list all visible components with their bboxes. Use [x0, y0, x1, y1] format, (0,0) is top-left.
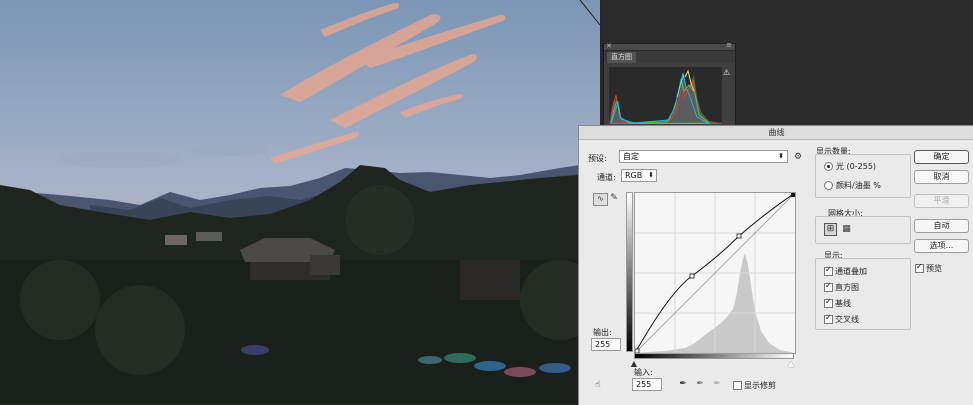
black-eyedropper-icon[interactable]: ✒ — [678, 379, 688, 389]
dialog-title: 曲线 — [579, 126, 973, 140]
preset-select[interactable]: 自定 ⬍ — [619, 150, 788, 163]
pencil-icon[interactable]: ✎ — [609, 193, 619, 203]
histogram-checkbox[interactable]: 直方图 — [824, 281, 859, 293]
checkbox-icon[interactable] — [824, 297, 833, 308]
intersection-line-checkbox[interactable]: 交叉线 — [824, 313, 859, 325]
input-label: 输入: — [634, 368, 653, 377]
smooth-button[interactable]: 平滑 — [914, 194, 969, 208]
hand-target-icon[interactable]: ☝ — [593, 380, 603, 390]
curve-edit-icon[interactable]: ∿ — [593, 193, 608, 206]
light-radio-label: 光 (0-255) — [836, 162, 877, 171]
gray-eyedropper-icon[interactable]: ✒ — [695, 379, 705, 389]
radio-icon[interactable] — [824, 162, 833, 171]
preset-label: 预设: — [588, 154, 607, 163]
curve-graph[interactable] — [634, 192, 796, 354]
photo-canvas[interactable] — [0, 0, 600, 404]
pigment-radio-label: 颜料/油墨 % — [836, 181, 881, 190]
close-icon[interactable]: ✕ — [606, 42, 612, 50]
cancel-button[interactable]: 取消 — [914, 170, 969, 184]
preview-label: 预览 — [926, 264, 942, 273]
show-clipping-checkbox[interactable]: 显示修剪 — [733, 380, 776, 391]
detailed-grid-icon[interactable]: ▦ — [841, 224, 852, 234]
intersection-line-label: 交叉线 — [835, 315, 859, 324]
input-field[interactable]: 255 — [632, 378, 662, 391]
pigment-radio[interactable]: 颜料/油墨 % — [824, 180, 881, 191]
white-point-slider-icon[interactable]: ▲ — [787, 359, 795, 369]
ok-button[interactable]: 确定 — [914, 150, 969, 164]
output-field[interactable]: 255 — [591, 338, 621, 351]
preview-checkbox[interactable]: 预览 — [915, 262, 942, 274]
panel-menu-icon[interactable]: ≡ — [726, 41, 732, 49]
histogram-graph — [609, 67, 723, 125]
curves-dialog: 曲线 预设: 自定 ⬍ ⚙ 通道: RGB ⬍ ∿ ✎ ▲ ▲ 输出: 255 … — [578, 125, 973, 405]
output-gradient-bar — [626, 192, 633, 352]
channel-overlays-label: 通道叠加 — [835, 267, 867, 276]
auto-button[interactable]: 自动 — [914, 219, 969, 233]
checkbox-icon[interactable] — [824, 281, 833, 292]
histogram-body: ⚠ — [604, 63, 735, 127]
warning-icon[interactable]: ⚠ — [723, 69, 731, 77]
white-eyedropper-icon[interactable]: ✒ — [712, 379, 722, 389]
histogram-panel: ✕ ≡ 直方图 ⚠ — [603, 41, 736, 128]
show-clipping-check[interactable] — [733, 381, 742, 390]
tab-histogram[interactable]: 直方图 — [607, 52, 636, 63]
baseline-label: 基线 — [835, 299, 851, 308]
histogram-option-label: 直方图 — [835, 283, 859, 292]
panel-tab-bar: 直方图 — [604, 51, 735, 63]
checkbox-icon[interactable] — [915, 262, 924, 273]
checkbox-icon[interactable] — [824, 265, 833, 276]
preset-options-icon[interactable]: ⚙ — [793, 152, 803, 162]
input-gradient-bar — [634, 353, 794, 359]
output-label: 输出: — [593, 328, 612, 337]
landscape-photo — [0, 0, 600, 404]
chevron-updown-icon: ⬍ — [778, 152, 784, 160]
preset-value: 自定 — [623, 152, 639, 161]
baseline-checkbox[interactable]: 基线 — [824, 297, 851, 309]
simple-grid-icon[interactable]: ⊞ — [824, 223, 837, 236]
radio-icon[interactable] — [824, 181, 833, 190]
panel-header[interactable]: ✕ ≡ — [604, 41, 735, 51]
channel-overlays-checkbox[interactable]: 通道叠加 — [824, 265, 867, 277]
show-clipping-label: 显示修剪 — [744, 381, 776, 390]
light-radio[interactable]: 光 (0-255) — [824, 161, 876, 172]
chevron-updown-icon: ⬍ — [648, 171, 654, 179]
channel-select[interactable]: RGB ⬍ — [621, 169, 657, 182]
channel-value: RGB — [625, 171, 643, 180]
options-button[interactable]: 选项... — [914, 239, 969, 253]
channel-label: 通道: — [597, 173, 616, 182]
checkbox-icon[interactable] — [824, 313, 833, 324]
